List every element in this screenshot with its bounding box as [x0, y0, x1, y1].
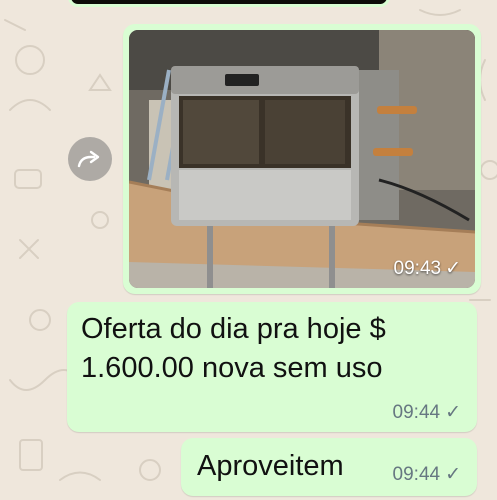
offer-message-meta: 09:44 ✓ — [393, 401, 461, 424]
single-check-icon: ✓ — [445, 402, 461, 423]
image-timestamp: 09:43 ✓ — [394, 257, 461, 280]
single-check-icon: ✓ — [445, 258, 461, 279]
aproveitem-message-time: 09:44 — [392, 463, 441, 485]
offer-message-time: 09:44 — [392, 401, 441, 423]
image-message-bubble[interactable]: 09:43 ✓ — [123, 24, 481, 294]
aproveitem-message-bubble[interactable]: Aproveitem 09:44 ✓ — [181, 438, 477, 496]
forward-icon — [77, 150, 100, 168]
offer-message-text: Oferta do dia pra hoje $ 1.600.00 nova s… — [81, 313, 386, 384]
oven-photo-illustration — [129, 30, 475, 288]
oven-photo[interactable]: 09:43 ✓ — [129, 30, 475, 288]
single-check-icon: ✓ — [445, 464, 461, 485]
previous-image-bubble-edge[interactable] — [68, 0, 390, 7]
forward-button[interactable] — [68, 137, 112, 181]
aproveitem-message-meta: 09:44 ✓ — [393, 463, 461, 486]
image-time-label: 09:43 — [393, 257, 442, 279]
offer-message-bubble[interactable]: Oferta do dia pra hoje $ 1.600.00 nova s… — [67, 302, 477, 432]
